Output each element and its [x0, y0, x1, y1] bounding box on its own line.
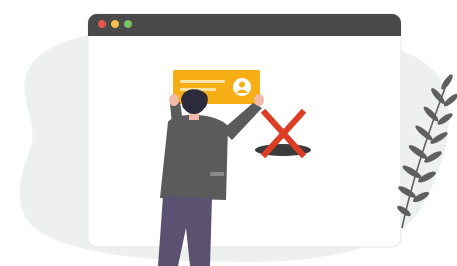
- browser-title-bar: [88, 14, 401, 36]
- person-torso: [160, 114, 228, 200]
- browser-window: [87, 13, 402, 248]
- person-left-hand: [169, 94, 179, 106]
- profile-card-line-1: [180, 80, 225, 83]
- jacket-pocket: [210, 172, 224, 176]
- window-close-dot: [98, 20, 106, 28]
- illustration-svg: [19, 13, 457, 266]
- empty-state-illustration: [0, 0, 457, 266]
- browser-window-body: [87, 13, 402, 248]
- window-maximize-dot: [124, 20, 132, 28]
- person-right-hand: [254, 94, 264, 106]
- window-minimize-dot: [111, 20, 119, 28]
- avatar-head: [239, 81, 245, 88]
